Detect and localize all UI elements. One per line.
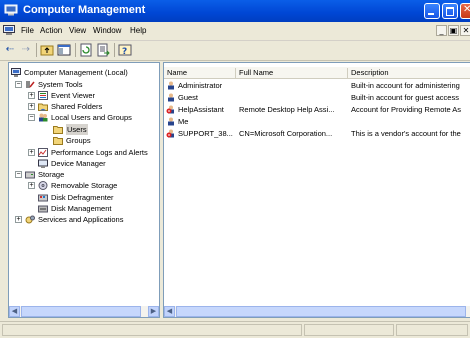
collapse-toggle[interactable]: − xyxy=(15,81,22,88)
user-icon xyxy=(168,93,174,102)
close-button[interactable] xyxy=(460,3,470,19)
expand-toggle[interactable]: + xyxy=(15,216,22,223)
list-row[interactable]: SUPPORT_38... CN=Microsoft Corporation...… xyxy=(166,128,470,139)
column-header-name[interactable]: Name xyxy=(164,68,236,78)
scroll-right-arrow-icon[interactable]: ▶ xyxy=(148,306,159,317)
cell-full-name: Remote Desktop Help Assi... xyxy=(239,105,335,114)
storage-icon xyxy=(25,171,35,179)
event-viewer-icon xyxy=(38,91,48,100)
menu-view[interactable]: View xyxy=(69,26,86,35)
cell-name: Administrator xyxy=(178,81,223,90)
computer-management-icon xyxy=(4,4,18,16)
system-tools-icon xyxy=(26,81,35,88)
removable-storage-icon xyxy=(38,181,48,190)
show-hide-console-tree-icon[interactable] xyxy=(57,43,71,57)
menu-action[interactable]: Action xyxy=(40,26,62,35)
minimize-button[interactable] xyxy=(424,3,440,19)
maximize-button[interactable] xyxy=(442,3,458,19)
help-icon[interactable]: ? xyxy=(118,43,132,57)
cell-name: Guest xyxy=(178,93,199,102)
collapse-toggle[interactable]: − xyxy=(28,114,35,121)
column-header-description[interactable]: Description xyxy=(348,68,470,78)
list-row[interactable]: Guest Built-in account for guest access xyxy=(166,92,470,103)
cell-name: HelpAssistant xyxy=(178,105,224,114)
cell-description: Built-in account for guest access xyxy=(351,93,459,102)
status-pane-main xyxy=(2,324,302,336)
scroll-thumb[interactable] xyxy=(21,306,141,317)
defrag-icon xyxy=(38,194,48,202)
menu-file[interactable]: File xyxy=(21,26,34,35)
device-manager-icon xyxy=(38,159,48,168)
status-pane-tertiary xyxy=(396,324,468,336)
user-icon xyxy=(168,117,174,126)
child-minimize-button[interactable]: _ xyxy=(436,25,447,36)
expand-toggle[interactable]: + xyxy=(28,92,35,99)
disk-management-icon xyxy=(38,205,48,213)
list-horizontal-scrollbar[interactable]: ◀ xyxy=(164,306,470,317)
forward-arrow-icon[interactable]: ⇢ xyxy=(19,43,33,57)
folder-icon xyxy=(53,126,63,134)
toolbar-separator xyxy=(36,43,37,57)
toolbar-separator xyxy=(114,43,115,57)
status-pane-secondary xyxy=(304,324,394,336)
cell-full-name: CN=Microsoft Corporation... xyxy=(239,129,333,138)
list-row[interactable]: Me xyxy=(166,116,470,127)
up-one-level-icon[interactable] xyxy=(40,43,54,57)
user-icon xyxy=(168,81,174,90)
list-row[interactable]: Administrator Built-in account for admini… xyxy=(166,80,470,91)
details-list[interactable]: Name Full Name Description Administrator… xyxy=(163,62,470,318)
perf-logs-icon xyxy=(38,148,48,157)
cell-name: SUPPORT_38... xyxy=(178,129,233,138)
back-arrow-icon[interactable]: ⇠ xyxy=(3,43,17,57)
services-icon xyxy=(25,215,35,224)
child-restore-button[interactable]: ▣ xyxy=(448,25,459,36)
list-row[interactable]: HelpAssistant Remote Desktop Help Assi...… xyxy=(166,104,470,115)
cell-name: Me xyxy=(178,117,189,126)
menu-window[interactable]: Window xyxy=(93,26,121,35)
collapse-toggle[interactable]: − xyxy=(15,171,22,178)
cell-description: Account for Providing Remote As xyxy=(351,105,462,114)
window-title: Computer Management xyxy=(23,4,146,16)
shared-folders-icon xyxy=(38,103,48,111)
expand-toggle[interactable]: + xyxy=(28,149,35,156)
menu-bar: File Action View Window Help _ ▣ ✕ xyxy=(0,22,470,41)
disabled-user-icon xyxy=(166,129,174,138)
expand-toggle[interactable]: + xyxy=(28,182,35,189)
toolbar-separator xyxy=(75,43,76,57)
export-list-icon[interactable] xyxy=(96,43,110,57)
tree-horizontal-scrollbar[interactable]: ◀ ▶ xyxy=(9,306,159,317)
toolbar: ⇠ ⇢ ? xyxy=(0,41,470,61)
scroll-thumb[interactable] xyxy=(176,306,466,317)
app-menu-icon[interactable] xyxy=(3,25,15,36)
column-header-full-name[interactable]: Full Name xyxy=(236,68,348,78)
child-close-button[interactable]: ✕ xyxy=(460,25,470,36)
scroll-left-arrow-icon[interactable]: ◀ xyxy=(9,306,20,317)
refresh-icon[interactable] xyxy=(79,43,93,57)
console-tree[interactable]: Computer Management (Local) − System Too… xyxy=(8,62,160,318)
cell-description: This is a vendor's account for the xyxy=(351,129,461,138)
users-groups-icon xyxy=(39,113,48,122)
status-bar xyxy=(0,321,470,338)
disabled-user-icon xyxy=(166,105,174,114)
menu-help[interactable]: Help xyxy=(130,26,146,35)
expand-toggle[interactable]: + xyxy=(28,103,35,110)
scroll-left-arrow-icon[interactable]: ◀ xyxy=(164,306,175,317)
folder-icon xyxy=(53,137,63,145)
computer-management-icon xyxy=(11,68,21,77)
cell-description: Built-in account for administering xyxy=(351,81,460,90)
svg-text:?: ? xyxy=(122,47,127,57)
title-bar[interactable]: Computer Management xyxy=(0,0,470,22)
